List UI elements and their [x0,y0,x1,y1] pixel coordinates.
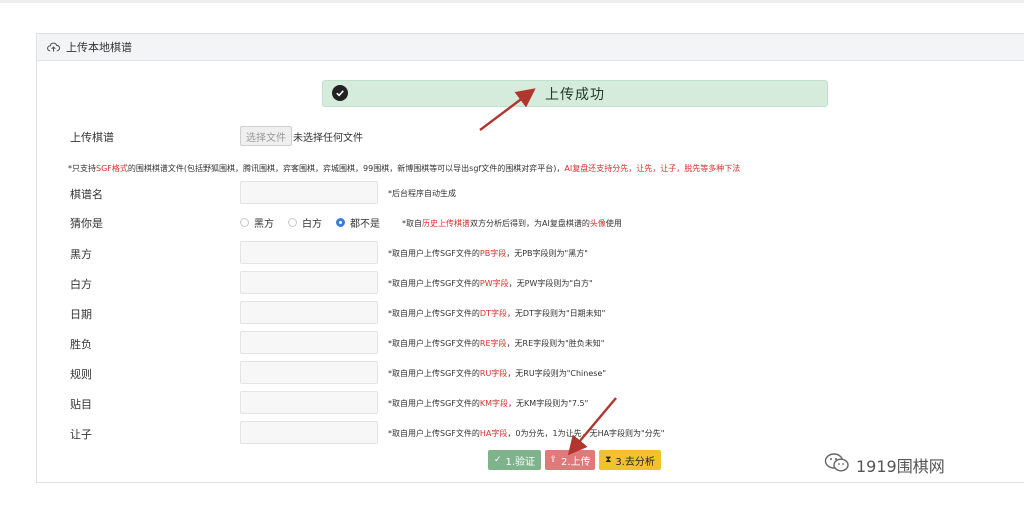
field-label: 规则 [70,368,92,381]
radio-dot-selected[interactable] [336,218,345,227]
hint-text: *取自用户上传SGF文件的 [388,309,480,318]
hint-text: ，无DT字段则为"日期未知" [506,309,606,318]
check-circle-icon [332,85,348,101]
field-label: 白方 [70,278,92,291]
panel-title: 上传本地棋谱 [66,41,132,54]
hourglass-icon: ⧗ [605,455,612,465]
choose-file-button[interactable]: 选择文件 [240,126,292,146]
field-label: 胜负 [70,338,92,351]
hint-text: *取自用户上传SGF文件的 [388,339,480,348]
watermark: 1919围棋网 [824,452,945,478]
radio-label: 黑方 [254,219,274,230]
radio-dot[interactable] [288,218,297,227]
watermark-text: 1919围棋网 [856,457,945,476]
radio-dot[interactable] [240,218,249,227]
radio-neither[interactable]: 都不是 [336,215,380,230]
field-label: 贴目 [70,398,92,411]
field-input[interactable] [240,271,378,294]
radio-black[interactable]: 黑方 [240,215,274,230]
hint-highlight: KM字段 [479,399,509,408]
hint-text: ，无RE字段则为"胜负未知" [506,339,605,348]
guess-hint: *取自历史上传棋谱双方分析后得到，为AI复盘棋谱的头像使用 [402,218,622,229]
field-input[interactable] [240,391,378,414]
hint-highlight: RE字段 [479,339,507,348]
field-label: 日期 [70,308,92,321]
field-hint: *取自用户上传SGF文件的RE字段，无RE字段则为"胜负未知" [388,338,605,349]
top-divider [0,0,1024,3]
check-icon: ✓ [493,455,502,465]
annotation-arrow-upper [479,88,536,131]
name-hint: *后台程序自动生成 [388,189,456,198]
upload-icon: ⇪ [549,455,557,465]
field-input[interactable] [240,361,378,384]
field-input[interactable] [240,301,378,324]
format-notice: *只支持SGF格式的围棋棋谱文件(包括野狐围棋，腾讯围棋，弈客围棋，弈城围棋，9… [68,163,740,174]
wechat-icon [824,452,850,478]
hint-highlight: DT字段 [479,309,507,318]
field-input[interactable] [240,421,378,444]
hint-text: 双方分析后得到，为AI复盘棋谱的 [470,219,590,228]
field-hint: *取自用户上传SGF文件的DT字段，无DT字段则为"日期未知" [388,308,605,319]
verify-label: 1.验证 [505,456,536,468]
notice-highlight: SGF格式 [96,164,128,173]
cloud-upload-icon [47,41,60,54]
field-hint: *取自用户上传SGF文件的PB字段，无PB字段则为"黑方" [388,248,588,259]
upload-label: 上传棋谱 [70,131,114,144]
name-label: 棋谱名 [70,188,103,201]
success-alert: 上传成功 [322,80,828,107]
annotation-arrow-lower [567,397,617,456]
hint-highlight: HA字段 [479,429,508,438]
field-input[interactable] [240,241,378,264]
notice-text: *只支持 [68,164,96,173]
hint-text: 使用 [605,219,622,228]
hint-highlight: RU字段 [479,369,508,378]
hint-text: ，无PW字段则为"白方" [508,279,593,288]
guess-label: 猜你是 [70,217,103,230]
radio-label: 白方 [302,219,322,230]
hint-highlight: PB字段 [479,249,507,258]
field-hint: *取自用户上传SGF文件的KM字段，无KM字段则为"7.5" [388,398,588,409]
notice-text: 的围棋棋谱文件(包括野狐围棋，腾讯围棋，弈客围棋，弈城围棋，99围棋，新博围棋等… [127,164,565,173]
radio-white[interactable]: 白方 [288,215,322,230]
panel-header: 上传本地棋谱 [37,34,1024,61]
field-label: 让子 [70,428,92,441]
hint-text: *取自用户上传SGF文件的 [388,279,480,288]
hint-text: ，无RU字段则为"Chinese" [507,369,607,378]
no-file-text: 未选择任何文件 [293,133,363,144]
radio-label: 都不是 [350,219,380,230]
field-hint: *取自用户上传SGF文件的RU字段，无RU字段则为"Chinese" [388,368,606,379]
success-message: 上传成功 [545,86,605,103]
hint-text: *取自用户上传SGF文件的 [388,249,480,258]
hint-highlight: 历史上传棋谱 [422,219,470,228]
notice-highlight: AI复盘还支持分先，让先，让子，脱先等多种下法 [564,164,741,173]
hint-text: *取自用户上传SGF文件的 [388,369,480,378]
verify-button[interactable]: ✓ 1.验证 [488,450,541,470]
field-hint: *取自用户上传SGF文件的PW字段，无PW字段则为"白方" [388,278,593,289]
hint-text: *取自用户上传SGF文件的 [388,429,480,438]
hint-highlight: PW字段 [479,279,509,288]
hint-highlight: 头像 [589,219,606,228]
name-input[interactable] [240,181,378,204]
hint-text: ，无PB字段则为"黑方" [506,249,588,258]
field-label: 黑方 [70,248,92,261]
hint-text: *取自 [402,219,422,228]
field-input[interactable] [240,331,378,354]
hint-text: *取自用户上传SGF文件的 [388,399,480,408]
